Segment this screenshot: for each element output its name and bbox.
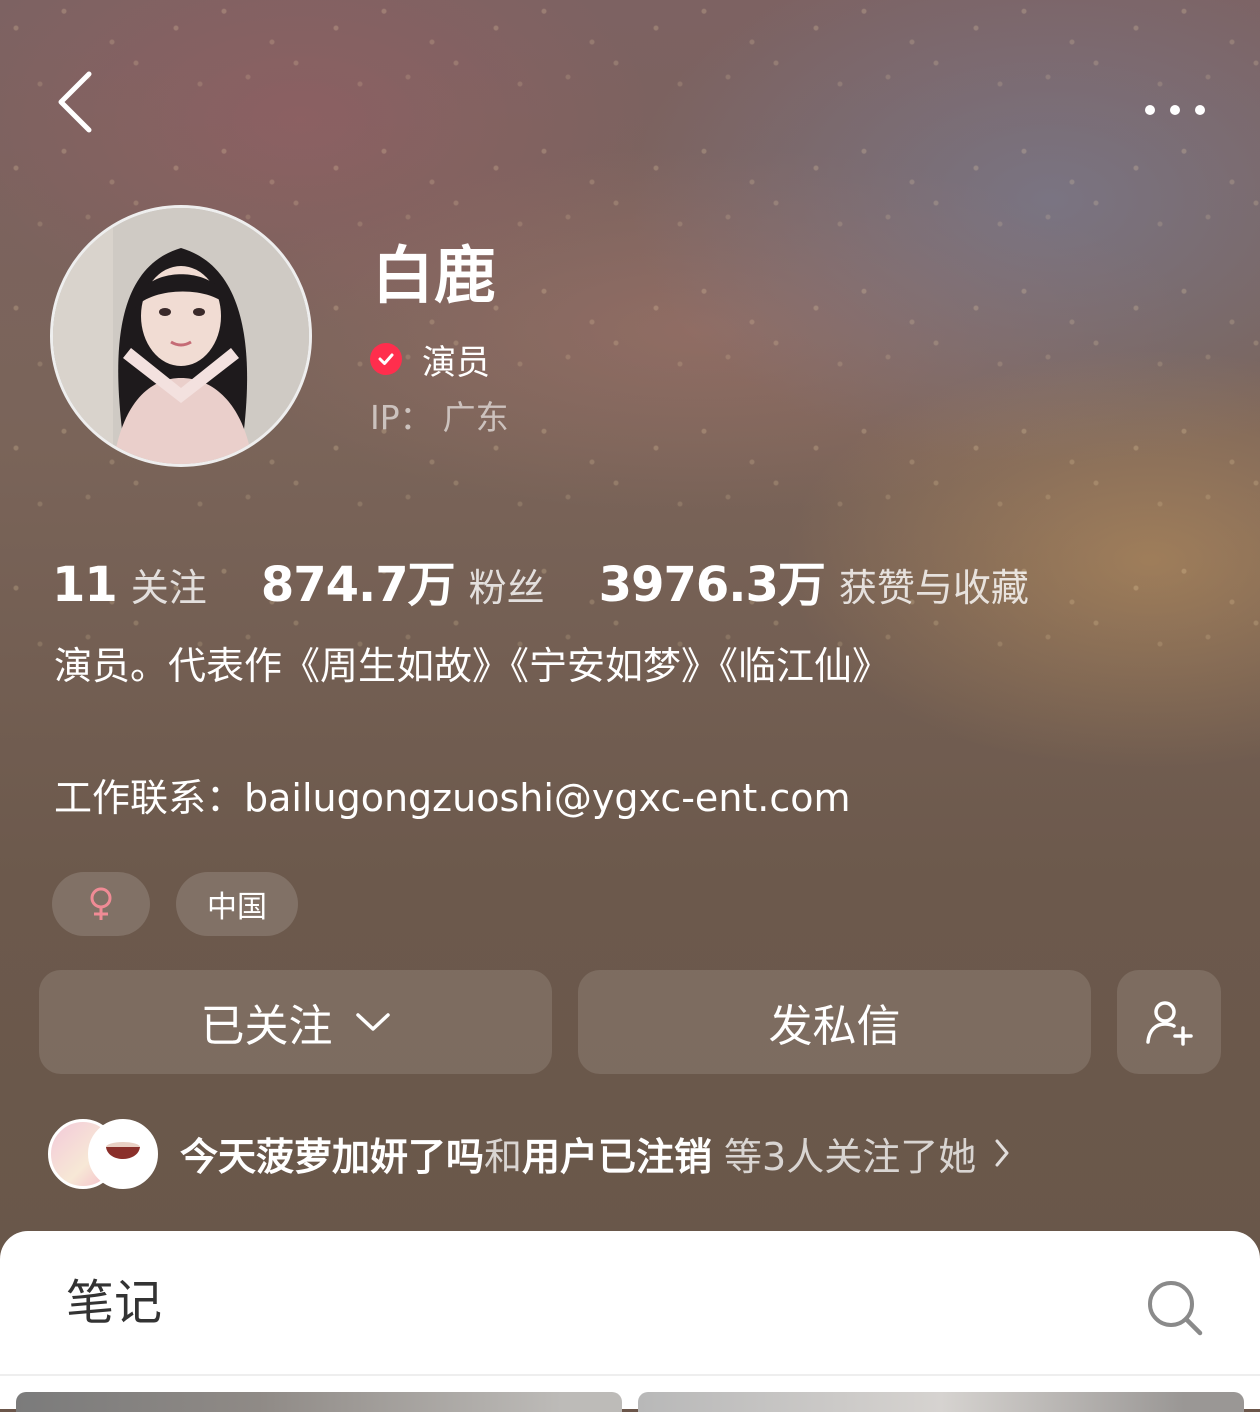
profile-tags: 中国	[52, 872, 324, 936]
ip-location: IP： 广东	[370, 396, 509, 440]
avatar	[88, 1119, 158, 1189]
mutual-user-1: 今天菠萝加妍了吗	[180, 1134, 485, 1179]
chevron-left-icon	[58, 71, 92, 133]
gender-tag	[52, 872, 150, 936]
add-user-icon	[1146, 1001, 1193, 1046]
more-button[interactable]	[1130, 80, 1220, 140]
mutual-avatars	[48, 1119, 158, 1189]
followed-button[interactable]: 已关注	[39, 970, 552, 1074]
stat-value: 11	[52, 557, 118, 613]
ip-label: IP：	[370, 398, 433, 437]
chevron-down-icon	[355, 1011, 391, 1033]
verified-title: 演员	[422, 342, 490, 383]
add-friend-button[interactable]	[1117, 970, 1221, 1074]
search-icon	[1148, 1281, 1203, 1336]
stat-likes-collects[interactable]: 3976.3万 获赞与收藏	[599, 545, 1029, 615]
profile-name: 白鹿	[372, 239, 497, 312]
avatar-portrait	[53, 208, 309, 464]
back-button[interactable]	[40, 62, 110, 142]
mutual-connector: 和	[484, 1134, 523, 1179]
verified-title-row: 演员	[370, 336, 490, 383]
send-message-button[interactable]: 发私信	[578, 970, 1091, 1074]
more-dots-icon	[1145, 105, 1205, 115]
search-button[interactable]	[1140, 1273, 1210, 1343]
ip-value: 广东	[442, 398, 509, 437]
divider	[0, 1374, 1260, 1376]
profile-avatar[interactable]	[50, 205, 312, 467]
stat-followers[interactable]: 874.7万 粉丝	[261, 545, 545, 615]
female-icon	[90, 887, 112, 920]
mutual-followers[interactable]: 今天菠萝加妍了吗 和 用户已注销 等3人关注了她	[48, 1118, 1010, 1189]
notes-sheet: 笔记	[0, 1231, 1260, 1412]
stat-following[interactable]: 11 关注	[52, 557, 207, 613]
stat-label: 粉丝	[468, 566, 545, 610]
mutual-suffix: 等3人关注了她	[724, 1134, 977, 1179]
note-card[interactable]	[16, 1392, 622, 1412]
message-label: 发私信	[768, 1001, 901, 1052]
mutual-followers-text: 今天菠萝加妍了吗 和 用户已注销 等3人关注了她	[180, 1126, 1010, 1181]
followed-label: 已关注	[200, 1001, 333, 1052]
mutual-user-2: 用户已注销	[522, 1134, 713, 1179]
verified-check-icon	[370, 343, 402, 375]
profile-contact: 工作联系：bailugongzuoshi@ygxc-ent.com	[54, 776, 851, 820]
profile-actions: 已关注 发私信	[39, 970, 1221, 1074]
stat-label: 获赞与收藏	[838, 566, 1029, 610]
country-tag: 中国	[176, 872, 298, 936]
tab-notes[interactable]: 笔记	[66, 1275, 162, 1331]
note-card[interactable]	[638, 1392, 1244, 1412]
profile-bio: 演员。代表作《周生如故》《宁安如梦》《临江仙》	[54, 644, 891, 688]
stat-label: 关注	[130, 566, 207, 610]
stat-value: 3976.3万	[598, 557, 826, 613]
stat-value: 874.7万	[260, 557, 456, 613]
chevron-right-icon	[994, 1138, 1010, 1168]
profile-stats: 11 关注 874.7万 粉丝 3976.3万 获赞与收藏	[52, 545, 1083, 613]
